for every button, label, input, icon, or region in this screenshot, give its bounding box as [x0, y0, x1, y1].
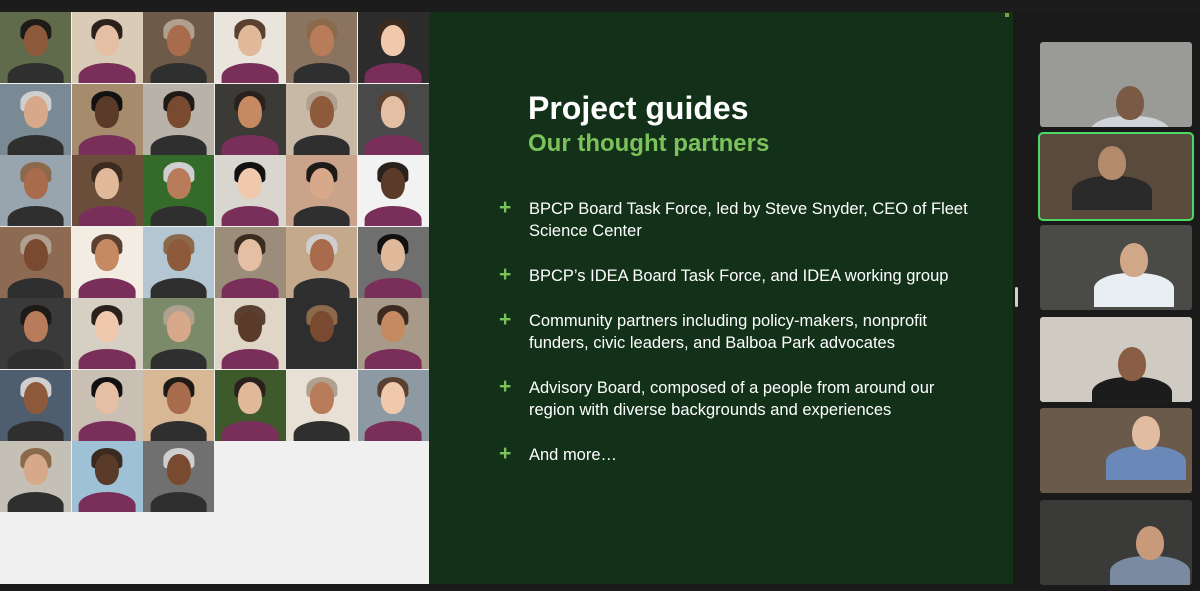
participant-photo — [214, 83, 286, 155]
participant-video-tile[interactable] — [1040, 408, 1192, 493]
participant-video-tile[interactable] — [1040, 316, 1192, 402]
participant-photo — [357, 155, 429, 226]
bullet-item: + BPCP Board Task Force, led by Steve Sn… — [499, 196, 979, 242]
participant-photo — [143, 369, 214, 441]
participant-photo — [286, 298, 357, 369]
plus-icon: + — [499, 375, 512, 398]
bullet-text: BPCP’s IDEA Board Task Force, and IDEA w… — [529, 267, 949, 285]
participant-photo — [71, 298, 143, 369]
slide-text-panel: Project guides Our thought partners + BP… — [429, 12, 1013, 584]
participant-photo — [143, 155, 214, 226]
bullet-item: + Community partners including policy-ma… — [499, 308, 979, 354]
slide-marker — [1005, 13, 1009, 17]
participant-video-tile[interactable] — [1040, 499, 1192, 585]
participant-photo — [0, 12, 71, 83]
participant-video-tile[interactable] — [1040, 42, 1192, 127]
participant-photo — [143, 441, 214, 512]
participant-photo — [357, 12, 429, 83]
participant-photo — [71, 155, 143, 226]
slide-subtitle: Our thought partners — [528, 130, 770, 157]
panel-resize-handle[interactable] — [1015, 287, 1018, 307]
participant-photo — [71, 369, 143, 441]
participant-photo — [286, 83, 357, 155]
bullet-text: Community partners including policy-make… — [529, 312, 927, 352]
participant-photo — [214, 12, 286, 83]
plus-icon: + — [499, 263, 512, 286]
participant-photo — [0, 155, 71, 226]
participant-photo — [0, 83, 71, 155]
participant-photo — [214, 298, 286, 369]
participant-photo — [0, 226, 71, 298]
participant-photo — [286, 369, 357, 441]
bullet-text: And more… — [529, 446, 618, 464]
top-bar — [0, 0, 1200, 12]
plus-icon: + — [499, 196, 512, 219]
participant-photo — [0, 441, 71, 512]
participant-video-tile[interactable] — [1038, 131, 1194, 221]
participant-video-tile[interactable] — [1040, 225, 1192, 310]
plus-icon: + — [499, 308, 512, 331]
plus-icon: + — [499, 442, 512, 465]
participant-photo — [0, 369, 71, 441]
participant-photo — [71, 441, 143, 512]
bullet-text: BPCP Board Task Force, led by Steve Snyd… — [529, 200, 968, 240]
bullet-item: + BPCP’s IDEA Board Task Force, and IDEA… — [499, 263, 979, 287]
participant-photo — [143, 83, 214, 155]
participant-photo — [357, 83, 429, 155]
shared-screen-slide: Project guides Our thought partners + BP… — [0, 12, 1013, 584]
slide-title: Project guides — [528, 90, 749, 126]
participant-photo — [214, 226, 286, 298]
bullet-item: + And more… — [499, 442, 979, 466]
participant-photo — [143, 298, 214, 369]
participant-photo — [0, 298, 71, 369]
participant-photo — [71, 83, 143, 155]
participant-photo — [286, 12, 357, 83]
participant-photo — [143, 12, 214, 83]
participant-photo — [286, 155, 357, 226]
participant-photo — [286, 226, 357, 298]
bullet-list: + BPCP Board Task Force, led by Steve Sn… — [499, 196, 979, 489]
bullet-item: + Advisory Board, composed of a people f… — [499, 375, 979, 421]
participant-photo — [71, 12, 143, 83]
participant-photo — [357, 298, 429, 369]
participant-photo — [357, 226, 429, 298]
participant-photo — [214, 369, 286, 441]
bullet-text: Advisory Board, composed of a people fro… — [529, 379, 935, 419]
participant-photo — [357, 369, 429, 441]
participant-photo — [214, 155, 286, 226]
participant-photo — [71, 226, 143, 298]
photo-collage — [0, 12, 429, 584]
participant-photo — [143, 226, 214, 298]
